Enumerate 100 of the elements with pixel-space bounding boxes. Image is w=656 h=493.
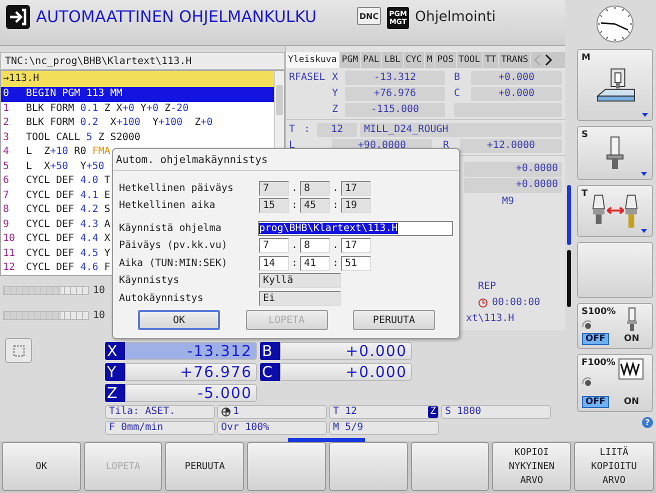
status-field: Ovr 100%: [217, 421, 327, 435]
help-icon[interactable]: ?: [642, 417, 653, 428]
switch-option[interactable]: OFF: [582, 333, 610, 345]
field-label: Hetkellinen päiväys: [119, 182, 234, 194]
sidebar-softkey[interactable]: T: [576, 185, 652, 237]
clock-icon: [594, 4, 634, 44]
dialog-button[interactable]: PERUUTA: [353, 310, 435, 330]
softkey[interactable]: PERUUTA: [165, 442, 244, 491]
value-field: +0.000: [471, 86, 562, 100]
program-line[interactable]: 2 BLK FORM 0.2 X+100 Y+100 Z+0: [1, 116, 274, 130]
axis-label: Y: [105, 363, 125, 381]
tab[interactable]: TOOL: [456, 52, 484, 68]
tab[interactable]: TT: [483, 52, 500, 68]
tab[interactable]: PGM: [340, 52, 362, 68]
softkey[interactable]: [410, 442, 490, 491]
switch-option[interactable]: ON: [620, 396, 644, 408]
axis-label: Z: [105, 384, 125, 402]
value-field: +0.000: [471, 70, 562, 84]
dimension-label: L: [289, 140, 296, 151]
dimension-label: R: [442, 140, 450, 151]
input-field[interactable]: 17: [341, 238, 371, 254]
value-field: -115.000: [345, 102, 445, 116]
input-field[interactable]: prog\BHB\Klartext\113.H: [258, 220, 453, 236]
input-field[interactable]: 8: [300, 238, 330, 254]
input-field[interactable]: 15: [259, 198, 289, 214]
position-value[interactable]: +0.000: [280, 363, 412, 381]
switch-option[interactable]: ON: [620, 333, 644, 345]
input-field[interactable]: 45: [300, 198, 330, 214]
mode-badge[interactable]: DNC: [357, 7, 381, 25]
frame-button[interactable]: [5, 338, 32, 363]
machine-icon: [596, 68, 636, 102]
softkey[interactable]: OK: [2, 442, 81, 491]
tool-name: MILL_D24_ROUGH: [360, 122, 562, 136]
input-field[interactable]: 8: [300, 180, 330, 196]
tab[interactable]: CYC: [404, 52, 425, 68]
page-indicator: [567, 185, 571, 245]
position-value[interactable]: +76.976: [125, 363, 257, 381]
tab[interactable]: M: [424, 52, 436, 68]
status-field: 1: [217, 405, 327, 419]
timer-text: 00:00:00: [492, 296, 540, 310]
knob-icon: [582, 377, 594, 387]
input-field[interactable]: 17: [341, 180, 371, 196]
tool-number: 12: [317, 122, 357, 136]
tool-label: T: [289, 124, 296, 135]
program-line[interactable]: 1 BLK FORM 0.1 Z X+0 Y+0 Z-20: [1, 102, 274, 116]
softkey[interactable]: [328, 442, 408, 491]
axis-label: Y: [332, 88, 340, 99]
status-field: F 0mm/min: [105, 421, 215, 435]
field-label: Käynnistys: [119, 275, 180, 286]
status-field: Tila: ASET.: [105, 405, 215, 419]
tab[interactable]: TRANS: [499, 52, 532, 68]
axis-label: X: [105, 342, 125, 360]
softkey[interactable]: KOPIOI NYKYINEN ARVO: [492, 442, 571, 491]
sidebar-softkey[interactable]: [576, 242, 652, 298]
separator-text: :: [331, 258, 340, 269]
dialog-title: Autom. ohjelmakäynnistys: [113, 149, 459, 171]
input-field[interactable]: 19: [341, 198, 371, 214]
softkey[interactable]: LIITÄ KOPIOITU ARVO: [574, 442, 654, 491]
override-softkey[interactable]: S100% OFF ON: [576, 303, 652, 349]
value-field[interactable]: Ei: [259, 290, 341, 306]
axis-label: Z: [332, 104, 340, 115]
program-line[interactable]: 3 TOOL CALL 5 Z S2000: [1, 130, 274, 145]
position-value[interactable]: -5.000: [125, 384, 257, 402]
override-value: 10: [93, 310, 106, 321]
axis-badge: Z: [428, 406, 438, 418]
input-field[interactable]: 7: [259, 180, 289, 196]
override-label: S100%: [582, 307, 616, 317]
path-text: xt\113.H: [465, 312, 516, 326]
axis-label: C: [454, 88, 462, 99]
separator-text: :: [331, 200, 340, 212]
tab[interactable]: LBL: [382, 52, 404, 68]
override-label: F100%: [582, 358, 616, 368]
dialog-button[interactable]: OK: [138, 310, 220, 330]
input-field[interactable]: 14: [259, 256, 289, 271]
frame-icon: [12, 344, 26, 358]
sidebar-softkey[interactable]: M: [576, 49, 652, 121]
tab[interactable]: Yleiskuva: [286, 52, 340, 68]
switch-option[interactable]: OFF: [582, 396, 610, 408]
override-softkey[interactable]: F100% OFF ON: [576, 354, 652, 412]
knob-icon: [582, 320, 594, 330]
value-field[interactable]: Kyllä: [259, 273, 341, 288]
status-field: S 1800: [441, 405, 551, 419]
sidebar-softkey[interactable]: S: [576, 126, 652, 180]
field-label: Hetkellinen aika: [119, 200, 216, 212]
position-value[interactable]: -13.312: [125, 342, 257, 360]
datum-icon: [221, 407, 231, 417]
axis-label: X: [332, 72, 340, 83]
softkey[interactable]: [247, 442, 326, 491]
input-field[interactable]: 51: [341, 256, 371, 271]
tab[interactable]: PAL: [361, 52, 382, 68]
mode-text: Ohjelmointi: [415, 8, 496, 27]
chevron-right-icon[interactable]: [544, 52, 554, 68]
axis-label: B: [454, 72, 462, 83]
separator-text: .: [290, 240, 299, 252]
position-value[interactable]: +0.000: [280, 342, 412, 360]
mode-title: AUTOMAATTINEN OHJELMANKULKU: [36, 6, 318, 28]
status-field: T 12 Z: [329, 405, 439, 419]
input-field[interactable]: 7: [259, 238, 289, 254]
tab[interactable]: POS: [435, 52, 457, 68]
input-field[interactable]: 41: [300, 256, 330, 271]
